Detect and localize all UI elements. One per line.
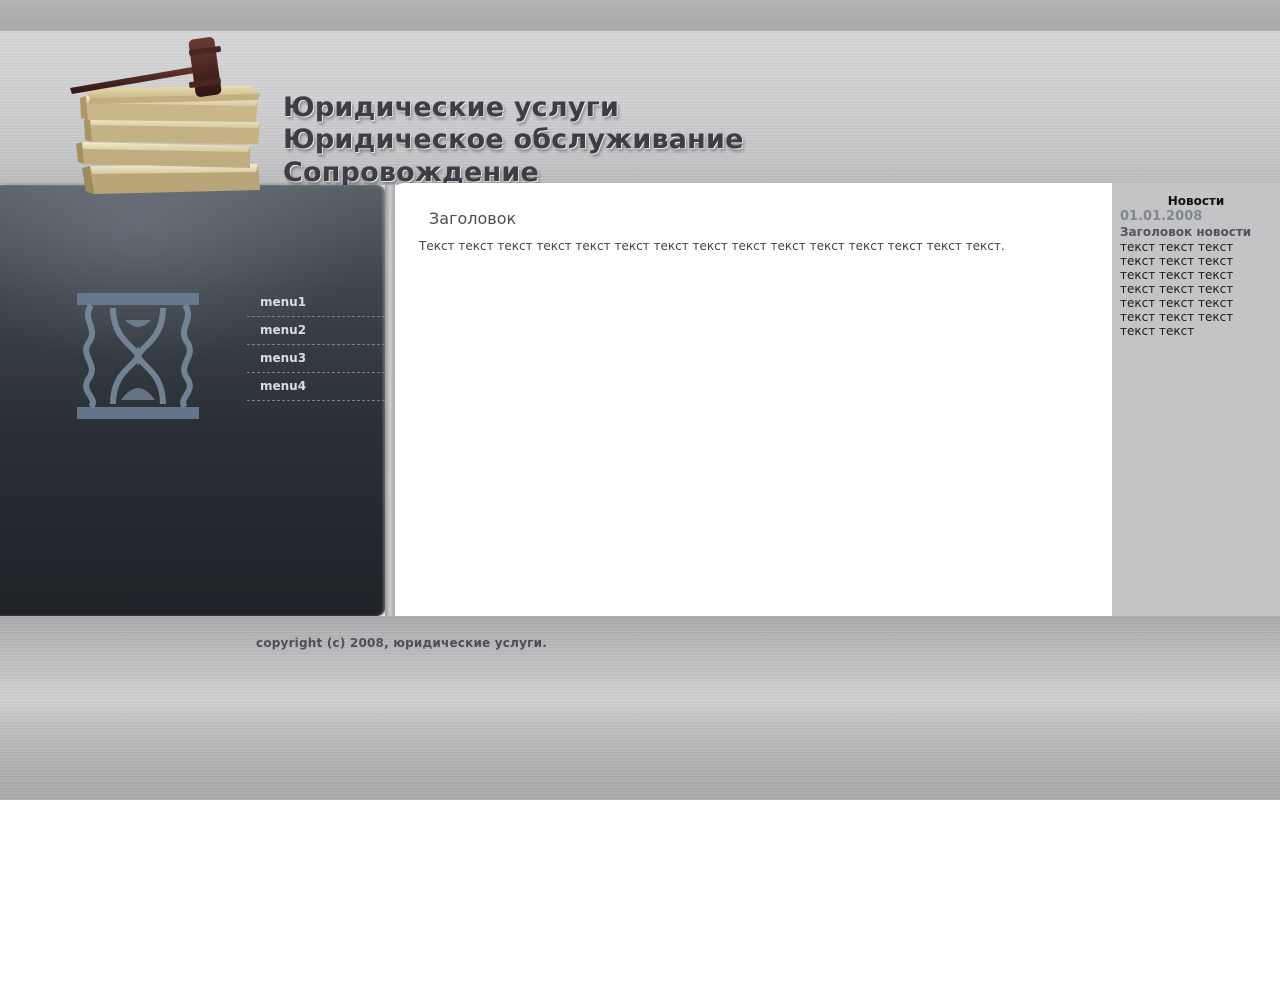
top-strip bbox=[0, 0, 1280, 31]
main-content: Заголовок Текст текст текст текст текст … bbox=[395, 183, 1112, 616]
panel-divider bbox=[385, 185, 395, 616]
menu-item-2[interactable]: menu2 bbox=[247, 318, 385, 345]
news-sidebar: Новости 01.01.2008 Заголовок новости тек… bbox=[1112, 183, 1280, 616]
news-body: текст текст текст текст текст текст текс… bbox=[1120, 240, 1234, 338]
books-gavel-icon bbox=[70, 37, 260, 194]
headline-legal-maintenance: Юридическое обслуживание bbox=[283, 124, 744, 155]
content-text: Текст текст текст текст текст текст текс… bbox=[419, 239, 1005, 253]
menu-item-1[interactable]: menu1 bbox=[247, 290, 385, 317]
headline-legal-services: Юридические услуги bbox=[283, 92, 620, 123]
copyright-text: copyright (c) 2008, юридические услуги. bbox=[256, 636, 547, 650]
footer: copyright (c) 2008, юридические услуги. bbox=[0, 616, 1280, 800]
main-menu: menu1 menu2 menu3 menu4 bbox=[247, 290, 385, 402]
page: Юридические услуги Юридическое обслужива… bbox=[0, 0, 1280, 800]
content-title: Заголовок bbox=[429, 209, 517, 228]
menu-item-4[interactable]: menu4 bbox=[247, 374, 385, 401]
news-date: 01.01.2008 bbox=[1120, 209, 1203, 224]
news-heading: Новости bbox=[1167, 194, 1225, 208]
hourglass-icon bbox=[77, 293, 199, 419]
menu-item-3[interactable]: menu3 bbox=[247, 346, 385, 373]
news-title-link[interactable]: Заголовок новости bbox=[1120, 225, 1251, 239]
